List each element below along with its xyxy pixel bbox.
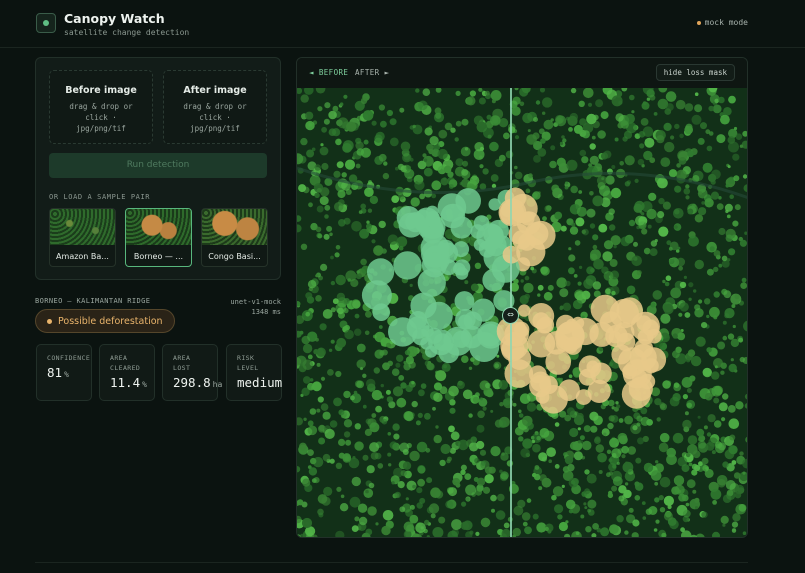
split-handle-icon[interactable]: ⇔	[502, 307, 519, 324]
stat-value-row: 11.4%	[110, 375, 154, 390]
upload-panel: Before image drag & drop or click · jpg/…	[35, 57, 281, 280]
stat-key: RISK LEVEL	[237, 354, 259, 372]
app-header: Canopy Watch satellite change detection …	[0, 0, 805, 48]
sample-borneo[interactable]: Borneo — ...	[125, 208, 192, 267]
stat-value: 81	[47, 365, 63, 380]
satellite-image[interactable]	[297, 88, 748, 538]
stat-value-row: 81%	[47, 365, 91, 380]
logo-icon	[36, 13, 56, 33]
after-image-title: After image	[183, 85, 247, 96]
before-image-dropzone[interactable]: Before image drag & drop or click · jpg/…	[49, 70, 153, 144]
footer-divider	[35, 562, 748, 563]
status-dot-icon	[696, 20, 701, 25]
warning-dot-icon	[47, 318, 52, 324]
stat-unit: %	[64, 370, 69, 379]
stat-unit: %	[142, 380, 147, 389]
verdict-badge: Possible deforestation	[35, 309, 175, 333]
run-detection-button[interactable]: Run detection	[49, 153, 267, 178]
model-name: unet-v1-mock	[230, 298, 281, 306]
sample-label: Amazon Ba...	[56, 252, 109, 261]
sample-label: Borneo — ...	[133, 252, 184, 261]
app-subtitle: satellite change detection	[64, 28, 190, 37]
stat-key: AREA LOST	[173, 354, 191, 372]
sample-thumbnail	[50, 209, 115, 245]
stat-key: CONFIDENCE	[47, 354, 91, 362]
stat-area-lost: AREA LOST 298.8 ha	[162, 344, 222, 401]
stat-unit: ha	[212, 380, 223, 389]
after-toggle[interactable]: AFTER ►	[355, 68, 389, 77]
stat-confidence: CONFIDENCE 81%	[36, 344, 92, 401]
sample-thumbnail	[202, 209, 267, 245]
stat-value-row: medium	[237, 375, 283, 390]
latency: 1348 ms	[251, 308, 281, 316]
stat-area-cleared: AREA CLEARED 11.4%	[99, 344, 155, 401]
sample-label: Congo Basi...	[208, 252, 261, 261]
model-info: unet-v1-mock 1348 ms	[230, 297, 281, 317]
before-image-hint: drag & drop or click · jpg/png/tif	[69, 102, 133, 133]
sample-amazon[interactable]: Amazon Ba...	[49, 208, 116, 267]
mode-indicator: mock mode	[696, 18, 748, 27]
before-image-title: Before image	[65, 85, 137, 96]
stat-value: medium	[237, 375, 283, 390]
after-image-dropzone[interactable]: After image drag & drop or click · jpg/p…	[163, 70, 267, 144]
viewer-toolbar: ◄ BEFORE AFTER ► hide loss mask	[297, 58, 747, 88]
sample-pair-heading: OR LOAD A SAMPLE PAIR	[49, 193, 151, 201]
stat-value-row: 298.8 ha	[173, 375, 222, 390]
stat-risk-level: RISK LEVEL medium	[226, 344, 282, 401]
mode-label: mock mode	[704, 18, 748, 27]
app-title: Canopy Watch	[64, 11, 165, 26]
stat-key: AREA CLEARED	[110, 354, 141, 372]
result-location: BORNEO — KALIMANTAN RIDGE	[35, 297, 151, 305]
verdict-label: Possible deforestation	[58, 315, 163, 327]
sample-thumbnail	[126, 209, 191, 245]
comparison-viewer: ◄ BEFORE AFTER ► hide loss mask ⇔	[296, 57, 748, 538]
hide-loss-mask-button[interactable]: hide loss mask	[655, 64, 735, 81]
stat-value: 11.4	[110, 375, 141, 390]
stat-value: 298.8	[173, 375, 211, 390]
before-toggle[interactable]: ◄ BEFORE	[309, 68, 348, 77]
sample-congo[interactable]: Congo Basi...	[201, 208, 268, 267]
after-image-hint: drag & drop or click · jpg/png/tif	[183, 102, 247, 133]
